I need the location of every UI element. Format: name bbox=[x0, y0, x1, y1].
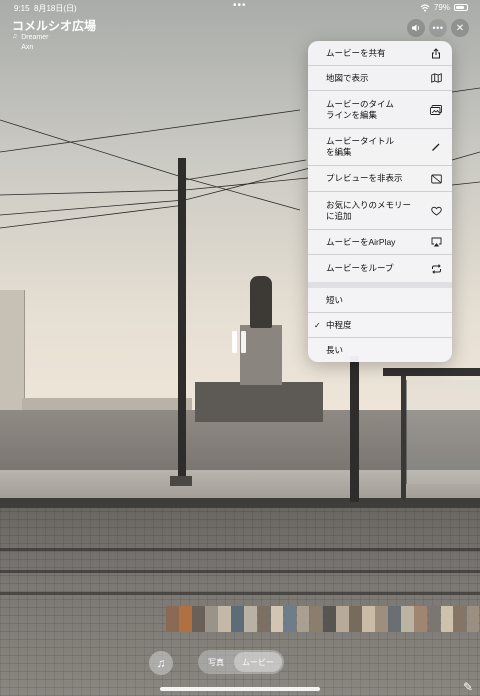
menu-item-label: 短い bbox=[326, 294, 344, 305]
battery-percent: 79% bbox=[433, 3, 450, 12]
menu-item-add-favorites[interactable]: お気に入りのメモリー に追加 bbox=[308, 192, 452, 230]
menu-item-show-map[interactable]: 地図で表示 bbox=[308, 66, 452, 91]
tram-pole bbox=[178, 158, 186, 483]
thumbnail[interactable] bbox=[453, 606, 467, 632]
tram-shelter-roof bbox=[383, 368, 480, 376]
time-text: 9:15 bbox=[14, 4, 30, 13]
artist-name: Axn bbox=[21, 44, 34, 51]
ellipsis-icon: ••• bbox=[432, 23, 444, 33]
thumbnail[interactable] bbox=[466, 606, 480, 632]
map-icon bbox=[430, 72, 442, 84]
thumbnail[interactable] bbox=[440, 606, 454, 632]
monument-base bbox=[195, 382, 323, 422]
menu-item-label: ムービーをAirPlay bbox=[326, 236, 396, 247]
menu-item-label: 中程度 bbox=[326, 319, 352, 330]
thumbnail[interactable] bbox=[166, 606, 179, 632]
song-name: Dreamer bbox=[21, 34, 49, 41]
menu-item-hide-preview[interactable]: プレビューを非表示 bbox=[308, 166, 452, 192]
menu-item-label: ムービーをループ bbox=[326, 263, 394, 273]
thumbnail[interactable] bbox=[257, 606, 271, 632]
music-button[interactable]: ♫ bbox=[149, 651, 173, 675]
thumbnail[interactable] bbox=[179, 606, 192, 632]
loop-icon bbox=[430, 263, 442, 275]
thumbnail[interactable] bbox=[349, 606, 362, 632]
menu-item-label: ムービーを共有 bbox=[326, 47, 386, 58]
thumbnail[interactable] bbox=[375, 606, 388, 632]
menu-item-duration-medium[interactable]: ✓ 中程度 bbox=[308, 313, 452, 338]
speaker-icon bbox=[412, 24, 420, 32]
pause-icon[interactable] bbox=[232, 331, 248, 353]
markup-pencil-icon[interactable]: ✎ bbox=[463, 680, 473, 694]
thumbnail[interactable] bbox=[296, 606, 310, 632]
share-icon bbox=[430, 47, 442, 59]
close-icon: ✕ bbox=[455, 22, 465, 34]
menu-item-label: 長い bbox=[326, 344, 344, 355]
thumbnail[interactable] bbox=[218, 606, 231, 632]
thumbnail[interactable] bbox=[336, 606, 349, 632]
home-indicator[interactable] bbox=[160, 687, 320, 691]
menu-item-label: プレビューを非表示 bbox=[326, 173, 403, 183]
menu-item-label: 地図で表示 bbox=[326, 72, 369, 83]
wifi-icon bbox=[420, 3, 430, 12]
battery-icon bbox=[454, 4, 468, 11]
music-note-icon: ♫ bbox=[12, 33, 18, 40]
tram-shelter-glass bbox=[406, 380, 480, 484]
menu-item-duration-long[interactable]: 長い bbox=[308, 338, 452, 362]
menu-item-airplay[interactable]: ムービーをAirPlay bbox=[308, 230, 452, 255]
hide-preview-icon bbox=[430, 173, 442, 185]
date-text: 8月18日(日) bbox=[34, 4, 77, 13]
close-button[interactable]: ✕ bbox=[451, 19, 469, 37]
thumbnail[interactable] bbox=[244, 606, 258, 632]
menu-item-label: お気に入りのメモリー に追加 bbox=[326, 199, 412, 221]
tram-rail bbox=[0, 570, 480, 573]
tram-rail bbox=[0, 548, 480, 551]
thumbnail-strip[interactable] bbox=[166, 606, 480, 632]
airplay-icon bbox=[430, 236, 442, 248]
menu-item-loop[interactable]: ムービーをループ bbox=[308, 255, 452, 282]
multitasking-dots-icon[interactable]: ••• bbox=[233, 0, 247, 11]
mute-button[interactable] bbox=[407, 19, 425, 37]
segment-movie[interactable]: ムービー bbox=[234, 652, 282, 672]
menu-item-share-movie[interactable]: ムービーを共有 bbox=[308, 41, 452, 66]
pencil-icon bbox=[430, 141, 442, 153]
timeline-edit-icon bbox=[430, 104, 442, 116]
heart-icon bbox=[430, 205, 442, 217]
menu-item-edit-title[interactable]: ムービータイトル を編集 bbox=[308, 129, 452, 166]
more-button[interactable]: ••• bbox=[429, 19, 447, 37]
memory-title: コメルシオ広場 bbox=[12, 19, 97, 33]
tram-rail bbox=[0, 592, 480, 595]
thumbnail[interactable] bbox=[309, 606, 323, 632]
thumbnail[interactable] bbox=[362, 606, 375, 632]
segment-photos[interactable]: 写真 bbox=[198, 657, 234, 668]
checkmark-icon: ✓ bbox=[314, 320, 321, 330]
thumbnail[interactable] bbox=[205, 606, 218, 632]
status-bar: 9:15 8月18日(日) ••• 79% bbox=[0, 0, 480, 14]
menu-item-duration-short[interactable]: 短い bbox=[308, 288, 452, 313]
thumbnail[interactable] bbox=[414, 606, 428, 632]
more-menu: ムービーを共有 地図で表示 ムービーのタイム ラインを編集 ムービータイトル を… bbox=[308, 41, 452, 362]
status-time: 9:15 8月18日(日) bbox=[14, 3, 77, 14]
thumbnail[interactable] bbox=[192, 606, 205, 632]
music-note-icon: ♫ bbox=[156, 656, 166, 670]
thumbnail[interactable] bbox=[401, 606, 414, 632]
song-info[interactable]: ♫ Dreamer Axn bbox=[12, 33, 48, 53]
equestrian-statue bbox=[250, 276, 272, 328]
menu-item-label: ムービータイトル を編集 bbox=[326, 136, 395, 157]
thumbnail[interactable] bbox=[322, 606, 336, 632]
street-pole bbox=[350, 356, 359, 502]
tram-pole-base bbox=[170, 476, 192, 486]
photos-movie-toggle[interactable]: 写真 ムービー bbox=[198, 650, 284, 674]
menu-item-edit-timeline[interactable]: ムービーのタイム ラインを編集 bbox=[308, 91, 452, 129]
thumbnail[interactable] bbox=[231, 606, 244, 632]
thumbnail[interactable] bbox=[270, 606, 284, 632]
thumbnail[interactable] bbox=[388, 606, 401, 632]
thumbnail[interactable] bbox=[283, 606, 297, 632]
menu-item-label: ムービーのタイム ラインを編集 bbox=[326, 98, 394, 120]
thumbnail[interactable] bbox=[427, 606, 441, 632]
status-right: 79% bbox=[420, 3, 468, 12]
